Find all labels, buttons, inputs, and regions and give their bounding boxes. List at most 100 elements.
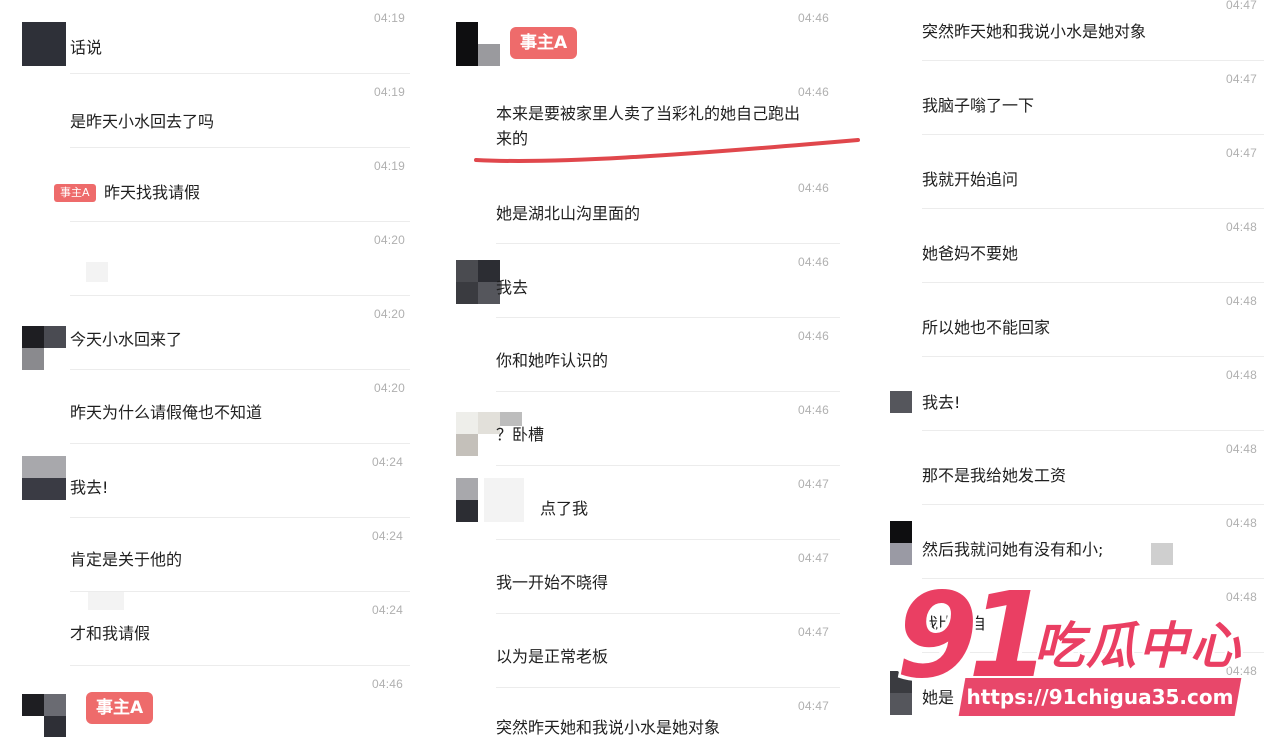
chat-message[interactable]: 04:24 肯定是关于他的 [0, 518, 432, 592]
chat-message[interactable]: 04:19 事主A 昨天找我请假 [0, 148, 432, 222]
name-tag: 事主A [86, 692, 154, 724]
watermark-url-banner: https://91chigua35.com [958, 678, 1242, 716]
redacted-content [88, 592, 124, 610]
message-text: 我就开始追问 [922, 170, 1019, 189]
message-time: 04:20 [374, 233, 406, 247]
chat-message[interactable]: 04:19 是昨天小水回去了吗 [0, 74, 432, 148]
message-text: 肯定是关于他的 [70, 550, 183, 569]
message-time: 04:48 [1226, 442, 1258, 456]
chat-message[interactable]: 04:46 你和她咋认识的 [432, 318, 864, 392]
sender-avatar[interactable] [22, 694, 66, 737]
message-time: 04:46 [798, 85, 830, 99]
sender-avatar[interactable] [456, 412, 500, 456]
chat-message[interactable]: 04:46 ？卧槽 [432, 392, 864, 466]
message-time: 04:48 [1226, 516, 1258, 530]
chat-message[interactable]: 04:20 今天小水回来了 [0, 296, 432, 370]
message-text: 是昨天小水回去了吗 [70, 112, 215, 131]
message-time: 04:46 [798, 329, 830, 343]
message-time: 04:19 [374, 85, 406, 99]
chat-message[interactable]: 04:24 我去! [0, 444, 432, 518]
message-text: 以为是正常老板 [496, 647, 609, 666]
message-time: 04:47 [798, 551, 830, 565]
message-text: 话说 [70, 38, 103, 57]
message-time: 04:48 [1226, 294, 1258, 308]
message-time: 04:20 [374, 307, 406, 321]
name-tag: 事主A [54, 184, 96, 202]
message-time: 04:48 [1226, 590, 1258, 604]
message-time: 04:20 [374, 381, 406, 395]
chat-message[interactable]: 04:47 突然昨天她和我说小水是她对象 [432, 688, 864, 737]
watermark-logo-number: 91 [896, 566, 1050, 704]
message-text: 她是湖北山沟里面的 [496, 204, 641, 223]
chat-panel-middle[interactable]: 04:46 事主A 04:46 本来是要被家里人卖了当彩礼的她自己跑出 来的 0… [432, 0, 864, 737]
message-text: 突然昨天她和我说小水是她对象 [922, 22, 1147, 41]
message-time: 04:46 [798, 403, 830, 417]
sender-avatar[interactable] [456, 260, 500, 304]
message-time: 04:46 [798, 255, 830, 269]
chat-message[interactable]: 04:46 我去 [432, 244, 864, 318]
sender-avatar[interactable] [456, 22, 500, 66]
chat-message[interactable]: 04:47 以为是正常老板 [432, 614, 864, 688]
red-underline-mark [474, 138, 860, 164]
watermark-logo-title: 吃瓜中心 [1034, 617, 1242, 675]
message-text: 才和我请假 [70, 624, 151, 643]
sender-avatar[interactable] [456, 478, 478, 522]
sender-avatar[interactable] [22, 456, 66, 500]
chat-message[interactable]: 04:20 [0, 222, 432, 296]
message-time: 04:48 [1226, 368, 1258, 382]
sender-avatar[interactable] [890, 391, 912, 413]
message-time: 04:46 [798, 11, 830, 25]
sender-avatar[interactable] [22, 326, 66, 370]
message-text: 所以她也不能回家 [922, 318, 1051, 337]
message-text: 昨天为什么请假俺也不知道 [70, 403, 263, 422]
redacted-content [484, 478, 524, 522]
message-time: 04:47 [1226, 0, 1258, 12]
chat-message[interactable]: 04:47 我一开始不晓得 [432, 540, 864, 614]
message-text: 我一开始不晓得 [496, 573, 609, 592]
chat-message[interactable]: 04:48 那不是我给她发工资 [864, 431, 1274, 505]
chat-message[interactable]: 04:48 我去! [864, 357, 1274, 431]
message-text: 我去! [70, 478, 109, 497]
message-text-line1: 本来是要被家里人卖了当彩礼的她自己跑出 [496, 104, 801, 123]
chat-message[interactable]: 04:46 事主A [0, 666, 432, 737]
message-time: 04:19 [374, 11, 406, 25]
chat-message[interactable]: 04:24 才和我请假 [0, 592, 432, 666]
redacted-content [1151, 543, 1173, 565]
message-text: 我脑子嗡了一下 [922, 96, 1035, 115]
chat-message[interactable]: 04:46 事主A [432, 0, 864, 74]
message-time: 04:24 [372, 603, 404, 617]
sender-avatar[interactable] [890, 521, 912, 565]
chat-panel-left[interactable]: 04:19 话说 04:19 是昨天小水回去了吗 04:19 事主A 昨天找我请… [0, 0, 432, 737]
chat-message[interactable]: 04:47 我脑子嗡了一下 [864, 61, 1274, 135]
message-time: 04:47 [1226, 72, 1258, 86]
message-text: 突然昨天她和我说小水是她对象 [496, 718, 721, 737]
message-text: 我去! [922, 393, 961, 412]
message-text: 今天小水回来了 [70, 330, 183, 349]
message-text: ？卧槽 [496, 425, 545, 444]
message-time: 04:48 [1226, 220, 1258, 234]
message-time: 04:47 [798, 477, 830, 491]
chat-message[interactable]: 04:46 她是湖北山沟里面的 [432, 170, 864, 244]
chat-message[interactable]: 04:48 所以她也不能回家 [864, 283, 1274, 357]
message-text: 那不是我给她发工资 [922, 466, 1067, 485]
redacted-content [86, 262, 108, 282]
message-text: 然后我就问她有没有和小; [922, 540, 1104, 559]
name-tag: 事主A [510, 27, 578, 59]
watermark-url: https://91chigua35.com [966, 685, 1234, 709]
message-time: 04:19 [374, 159, 406, 173]
chat-message[interactable]: 04:48 她爸妈不要她 [864, 209, 1274, 283]
chat-message[interactable]: 04:20 昨天为什么请假俺也不知道 [0, 370, 432, 444]
message-text: 我去 [496, 278, 529, 297]
message-text: 她爸妈不要她 [922, 244, 1019, 263]
message-time: 04:47 [798, 699, 830, 713]
sender-avatar[interactable] [22, 22, 66, 66]
chat-message[interactable]: 04:47 突然昨天她和我说小水是她对象 [864, 0, 1274, 61]
chat-message[interactable]: 04:19 话说 [0, 0, 432, 74]
message-time: 04:24 [372, 455, 404, 469]
chat-message[interactable]: 04:47 我就开始追问 [864, 135, 1274, 209]
message-time: 04:47 [1226, 146, 1258, 160]
message-text: 你和她咋认识的 [496, 351, 609, 370]
message-time: 04:47 [798, 625, 830, 639]
message-text: 昨天找我请假 [104, 183, 201, 202]
chat-message[interactable]: 04:47 点了我 [432, 466, 864, 540]
